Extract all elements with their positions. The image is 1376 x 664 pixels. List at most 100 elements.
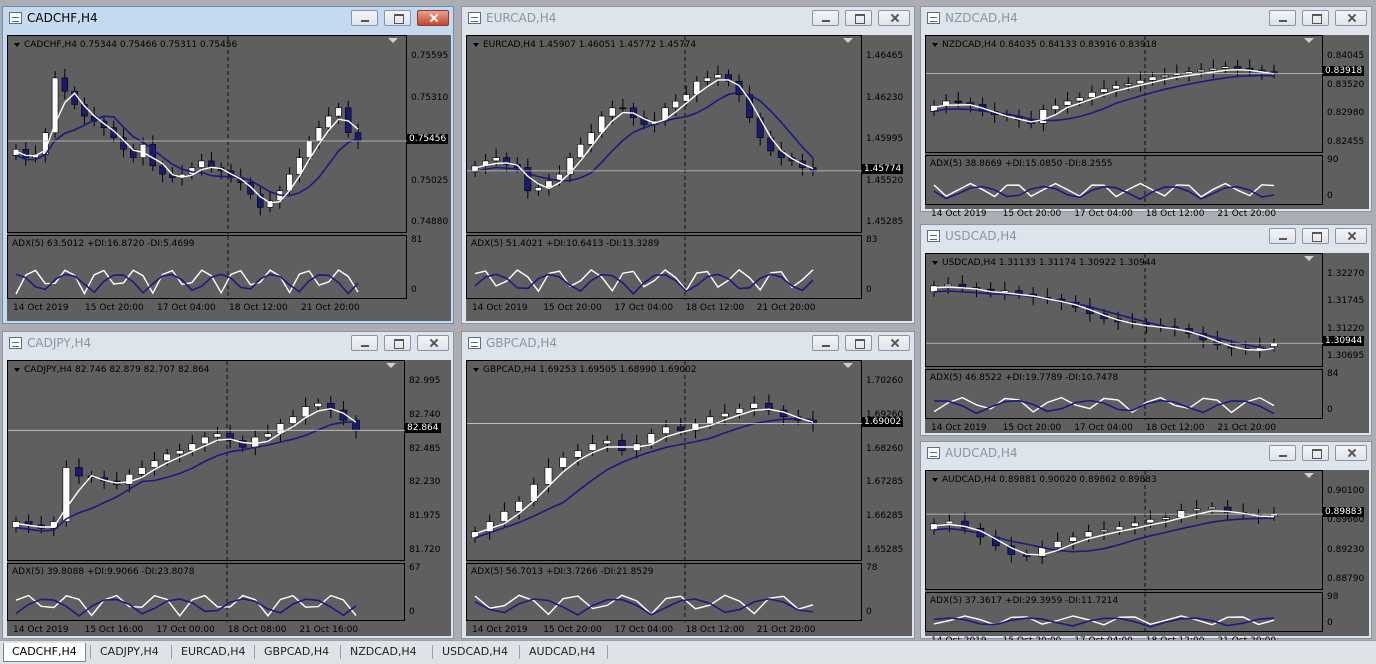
candle-body [1148,76,1157,81]
minimize-button[interactable] [1269,228,1296,244]
close-button[interactable] [878,335,910,351]
title-bar[interactable]: AUDCAD,H4 [921,442,1371,464]
symbol-dropdown-arrow[interactable] [932,261,938,265]
price-panel[interactable]: NZDCAD,H4 0.84035 0.84133 0.83916 0.8391… [925,35,1324,154]
chart-window-eurcad[interactable]: EURCAD,H4 EURCAD,H4 1.45907 1.46051 1.457… [461,6,915,324]
chart-window-nzdcad[interactable]: NZDCAD,H4 NZDCAD,H4 0.84035 0.84133 0.839… [920,6,1372,219]
minimize-button[interactable] [812,335,839,351]
candle-chart[interactable] [926,471,1324,591]
candle-chart[interactable] [926,254,1324,368]
adx-panel[interactable]: ADX(5) 63.5012 +DI:16.8720 -DI:5.4699 [7,235,407,300]
chart-area-eurcad[interactable]: EURCAD,H4 1.45907 1.46051 1.45772 1.4577… [466,35,912,321]
chart-window-gbpcad[interactable]: GBPCAD,H4 GBPCAD,H4 1.69253 1.69505 1.689… [461,331,915,639]
adx-panel[interactable]: ADX(5) 51.4021 +DI:10.6413 -DI:13.3289 [466,235,862,300]
price-label: 1.65285 [866,545,904,555]
tab-cadchf[interactable]: CADCHF,H4 [3,643,86,662]
tab-cadjpy[interactable]: CADJPY,H4 [92,643,167,662]
minimize-button[interactable] [812,10,839,26]
title-bar[interactable]: EURCAD,H4 [462,7,914,29]
symbol-dropdown-arrow[interactable] [932,43,938,47]
candle-body [22,149,30,158]
tab-audcad[interactable]: AUDCAD,H4 [521,643,604,662]
minimize-button[interactable] [1269,10,1296,26]
close-button[interactable] [417,10,449,26]
maximize-button[interactable] [1302,10,1329,26]
price-panel[interactable]: USDCAD,H4 1.31133 1.31174 1.30922 1.3094… [925,253,1324,368]
price-panel[interactable]: EURCAD,H4 1.45907 1.46051 1.45772 1.4577… [466,35,863,234]
symbol-dropdown-arrow[interactable] [932,478,938,482]
chart-window-audcad[interactable]: AUDCAD,H4 AUDCAD,H4 0.89881 0.90020 0.898… [920,441,1372,646]
chart-window-icon [468,337,481,349]
candle-body [1112,85,1120,90]
one-click-trading-toggle[interactable] [388,38,398,43]
candle-chart[interactable] [8,361,406,562]
candle-body [603,440,612,445]
minimize-button[interactable] [351,335,378,351]
chart-area-nzdcad[interactable]: NZDCAD,H4 0.84035 0.84133 0.83916 0.8391… [925,35,1369,219]
candle-chart[interactable] [926,36,1324,154]
symbol-dropdown-arrow[interactable] [14,368,20,372]
price-panel[interactable]: AUDCAD,H4 0.89881 0.90020 0.89862 0.8988… [925,470,1324,591]
date-label: 18 Oct 12:00 [229,303,288,313]
candle-chart[interactable] [467,36,863,234]
maximize-button[interactable] [1302,228,1329,244]
title-bar[interactable]: CADJPY,H4 [3,332,453,354]
one-click-trading-toggle[interactable] [1304,473,1314,478]
maximize-button[interactable] [1302,445,1329,461]
adx-readout: ADX(5) 51.4021 +DI:10.6413 -DI:13.3289 [471,239,660,249]
one-click-trading-toggle[interactable] [843,38,853,43]
symbol-dropdown-arrow[interactable] [14,43,20,47]
adx-panel[interactable]: ADX(5) 39.8088 +DI:9.9066 -DI:23.8078 [7,563,405,622]
tab-nzdcad[interactable]: NZDCAD,H4 [342,643,425,662]
maximize-button[interactable] [845,335,872,351]
title-bar[interactable]: NZDCAD,H4 [921,7,1371,29]
chart-window-cadjpy[interactable]: CADJPY,H4 CADJPY,H4 82.746 82.879 82.707 … [2,331,454,639]
candle-chart[interactable] [467,361,863,562]
close-button[interactable] [1335,228,1367,244]
maximize-button[interactable] [845,10,872,26]
close-button[interactable] [1335,445,1367,461]
chart-area-usdcad[interactable]: USDCAD,H4 1.31133 1.31174 1.30922 1.3094… [925,253,1369,433]
adx-panel[interactable]: ADX(5) 38.8669 +DI:15.0850 -DI:8.2555 [925,155,1323,206]
close-button[interactable] [1335,10,1367,26]
date-label: 21 Oct 20:00 [1217,209,1277,219]
maximize-button[interactable] [384,335,411,351]
symbol-dropdown-arrow[interactable] [473,368,479,372]
price-panel[interactable]: CADJPY,H4 82.746 82.879 82.707 82.864 [7,360,406,562]
candle-body [1063,100,1072,106]
tab-gbpcad[interactable]: GBPCAD,H4 [256,643,337,662]
close-button[interactable] [417,335,449,351]
minimize-button[interactable] [1269,445,1296,461]
one-click-trading-toggle[interactable] [1304,38,1314,43]
maximize-button[interactable] [384,10,411,26]
time-axis: 14 Oct 2019 15 Oct 20:00 17 Oct 04:00 18 Oc… [466,623,862,635]
one-click-trading-toggle[interactable] [1304,256,1314,261]
one-click-trading-toggle[interactable] [386,363,396,368]
adx-panel[interactable]: ADX(5) 37.3617 +DI:29.3959 -DI:11.7214 [925,592,1323,633]
candle-body [608,107,616,117]
adx-panel[interactable]: ADX(5) 46.8522 +DI:19.7789 -DI:10.7478 [925,369,1323,420]
title-bar[interactable]: USDCAD,H4 [921,225,1371,247]
candle-body [682,94,690,102]
tab-usdcad[interactable]: USDCAD,H4 [434,643,516,662]
chart-area-gbpcad[interactable]: GBPCAD,H4 1.69253 1.69505 1.68990 1.6900… [466,360,912,636]
one-click-trading-toggle[interactable] [843,363,853,368]
chart-area-audcad[interactable]: AUDCAD,H4 0.89881 0.90020 0.89862 0.8988… [925,470,1369,646]
price-panel[interactable]: GBPCAD,H4 1.69253 1.69505 1.68990 1.6900… [466,360,863,562]
chart-window-cadchf[interactable]: CADCHF,H4 CADCHF,H4 0.75344 0.75466 0.753… [2,6,454,324]
minimize-button[interactable] [351,10,378,26]
tab-eurcad[interactable]: EURCAD,H4 [173,643,254,662]
chart-area-cadchf[interactable]: CADCHF,H4 0.75344 0.75466 0.75311 0.7545… [7,35,451,321]
title-bar[interactable]: CADCHF,H4 [3,7,453,29]
adx-di-plus-line [933,182,1275,198]
chart-window-usdcad[interactable]: USDCAD,H4 USDCAD,H4 1.31133 1.31174 1.309… [920,224,1372,436]
candle-chart[interactable] [8,36,408,234]
symbol-dropdown-arrow[interactable] [473,43,479,47]
slow-ma-line [474,417,814,539]
adx-readout: ADX(5) 38.8669 +DI:15.0850 -DI:8.2555 [930,159,1113,169]
chart-area-cadjpy[interactable]: CADJPY,H4 82.746 82.879 82.707 82.864 82.… [7,360,451,636]
title-bar[interactable]: GBPCAD,H4 [462,332,914,354]
adx-panel[interactable]: ADX(5) 56.7013 +DI:3.7266 -DI:21.8529 [466,563,862,622]
price-panel[interactable]: CADCHF,H4 0.75344 0.75466 0.75311 0.7545… [7,35,408,234]
close-button[interactable] [878,10,910,26]
